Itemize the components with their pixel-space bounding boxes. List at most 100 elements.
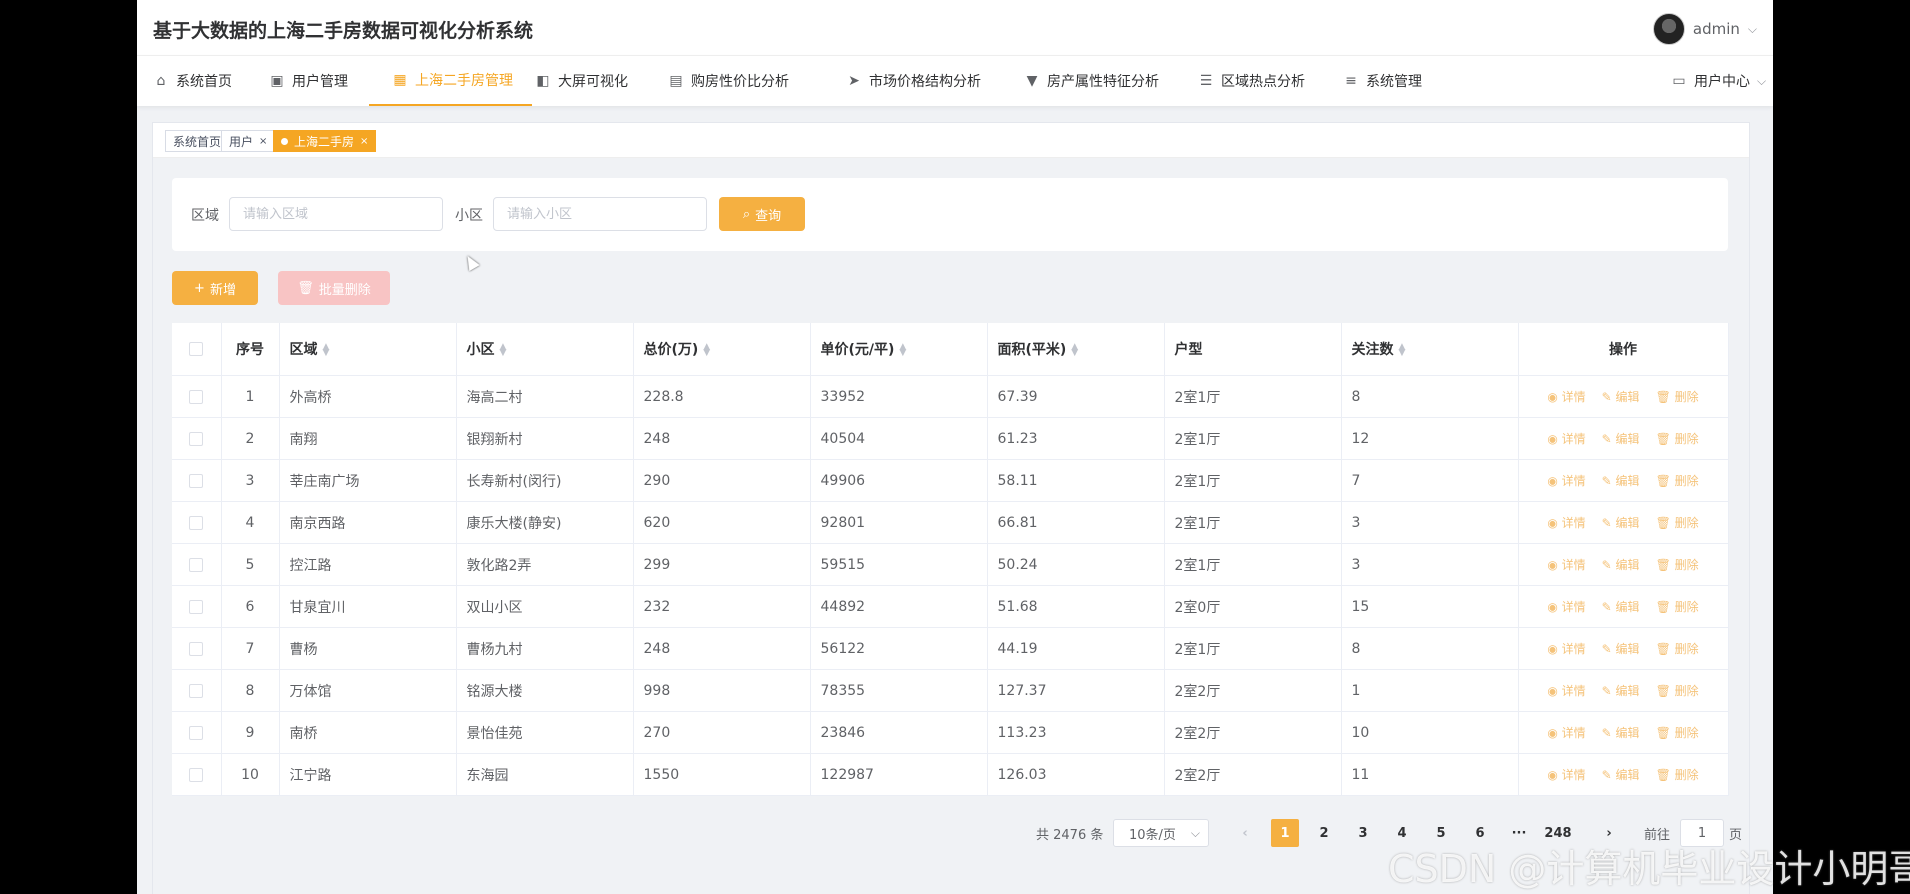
edit-link-label: 编辑 xyxy=(1615,600,1640,614)
delete-link[interactable]: 🗑 删除 xyxy=(1656,558,1699,572)
detail-link[interactable]: ◉ 详情 xyxy=(1547,768,1585,782)
nav-item[interactable]: ▣ 用户管理 xyxy=(269,56,348,106)
delete-link[interactable]: 🗑 删除 xyxy=(1656,600,1699,614)
sort-icon[interactable]: ▲ ▼ xyxy=(500,343,507,358)
delete-link[interactable]: 🗑 删除 xyxy=(1656,768,1699,782)
delete-link[interactable]: 🗑 删除 xyxy=(1656,390,1699,404)
row-checkbox[interactable] xyxy=(172,459,222,502)
sort-icon[interactable]: ▲ ▼ xyxy=(1399,343,1406,358)
delete-link[interactable]: 🗑 删除 xyxy=(1656,432,1699,446)
nav-user-center[interactable]: ▭ 用户中心 ⌵ xyxy=(1671,56,1766,106)
batch-delete-button[interactable]: 🗑 批量删除 xyxy=(278,271,390,305)
add-button[interactable]: + 新增 xyxy=(172,271,258,305)
detail-link[interactable]: ◉ 详情 xyxy=(1547,684,1585,698)
user-menu[interactable]: admin ⌵ xyxy=(1652,13,1757,45)
edit-link[interactable]: ✎ 编辑 xyxy=(1602,726,1640,740)
district-input[interactable] xyxy=(229,197,443,231)
col-total-price-label: 总价(万) xyxy=(643,342,699,358)
edit-link[interactable]: ✎ 编辑 xyxy=(1602,684,1640,698)
select-all-checkbox[interactable] xyxy=(172,323,222,376)
tab-tag[interactable]: 系统首页 xyxy=(165,130,230,152)
tab-tag[interactable]: 用户 × xyxy=(221,130,276,152)
row-checkbox[interactable] xyxy=(172,417,222,460)
page-size-select[interactable]: 10条/页 ⌵ xyxy=(1113,819,1209,847)
detail-link[interactable]: ◉ 详情 xyxy=(1547,516,1585,530)
edit-link[interactable]: ✎ 编辑 xyxy=(1602,474,1640,488)
prev-page-button[interactable]: ‹ xyxy=(1231,819,1259,847)
delete-link[interactable]: 🗑 删除 xyxy=(1656,474,1699,488)
edit-link[interactable]: ✎ 编辑 xyxy=(1602,768,1640,782)
col-index: 序号 xyxy=(221,323,280,376)
table-cell: 康乐大楼(静安) xyxy=(456,501,634,544)
nav-item[interactable]: ▼ 房产属性特征分析 xyxy=(1024,56,1159,106)
sort-icon[interactable]: ▲ ▼ xyxy=(1071,343,1078,358)
chevron-down-icon: ⌵ xyxy=(1190,825,1200,840)
nav-item[interactable]: ◧ 大屏可视化 xyxy=(535,56,628,106)
community-input[interactable] xyxy=(493,197,707,231)
row-checkbox[interactable] xyxy=(172,501,222,544)
nav-item[interactable]: ▤ 购房性价比分析 xyxy=(668,56,789,106)
nav-item[interactable]: ≡ 系统管理 xyxy=(1343,56,1422,106)
table-cell: 南翔 xyxy=(279,417,457,460)
edit-link[interactable]: ✎ 编辑 xyxy=(1602,558,1640,572)
col-area[interactable]: 面积(平米) ▲ ▼ xyxy=(987,323,1165,376)
page-number-button[interactable]: 1 xyxy=(1271,819,1299,847)
table-cell: 南桥 xyxy=(279,711,457,754)
table-cell: 11 xyxy=(1341,753,1519,796)
row-checkbox[interactable] xyxy=(172,375,222,418)
page-number-button[interactable]: 2 xyxy=(1310,819,1338,847)
col-community[interactable]: 小区 ▲ ▼ xyxy=(456,323,634,376)
detail-link[interactable]: ◉ 详情 xyxy=(1547,474,1585,488)
sort-icon[interactable]: ▲ ▼ xyxy=(323,343,330,358)
detail-link[interactable]: ◉ 详情 xyxy=(1547,642,1585,656)
nav-item-label: 房产属性特征分析 xyxy=(1047,74,1159,90)
nav-item[interactable]: ⌂ 系统首页 xyxy=(153,56,232,106)
table-cell: 50.24 xyxy=(987,543,1165,586)
detail-link[interactable]: ◉ 详情 xyxy=(1547,390,1585,404)
delete-link[interactable]: 🗑 删除 xyxy=(1656,642,1699,656)
detail-link[interactable]: ◉ 详情 xyxy=(1547,600,1585,614)
col-area-label: 面积(平米) xyxy=(997,342,1067,358)
avatar[interactable] xyxy=(1652,13,1685,45)
col-followers[interactable]: 关注数 ▲ ▼ xyxy=(1341,323,1519,376)
sort-icon[interactable]: ▲ ▼ xyxy=(899,343,906,358)
sort-icon[interactable]: ▲ ▼ xyxy=(703,343,710,358)
page-number-button[interactable]: 3 xyxy=(1349,819,1377,847)
table-cell: 甘泉宜川 xyxy=(279,585,457,628)
row-checkbox[interactable] xyxy=(172,753,222,796)
row-checkbox[interactable] xyxy=(172,543,222,586)
query-button[interactable]: ⌕ 查询 xyxy=(719,197,805,231)
table-cell: 56122 xyxy=(810,627,988,670)
tab-tag[interactable]: 上海二手房 × xyxy=(273,130,377,152)
delete-link[interactable]: 🗑 删除 xyxy=(1656,684,1699,698)
nav-item[interactable]: ➤ 市场价格结构分析 xyxy=(846,56,981,106)
delete-link[interactable]: 🗑 删除 xyxy=(1656,726,1699,740)
table-cell: 3 xyxy=(221,459,280,502)
username: admin xyxy=(1692,20,1740,38)
row-checkbox[interactable] xyxy=(172,585,222,628)
row-checkbox[interactable] xyxy=(172,669,222,712)
page-size-value: 10条/页 xyxy=(1129,827,1176,843)
col-unit-price[interactable]: 单价(元/平) ▲ ▼ xyxy=(810,323,988,376)
nav-item[interactable]: ▦ 上海二手房管理 xyxy=(369,56,532,106)
edit-link[interactable]: ✎ 编辑 xyxy=(1602,390,1640,404)
data-table: 序号 区域 ▲ ▼ 小区 ▲ ▼ 总价(万) ▲ ▼ 单价(元/平) ▲ ▼ 面积(平米) ▲ ▼ … xyxy=(172,323,1729,796)
col-district[interactable]: 区域 ▲ ▼ xyxy=(279,323,457,376)
close-icon[interactable]: × xyxy=(360,136,368,147)
table-cell: 23846 xyxy=(810,711,988,754)
table-cell: 44.19 xyxy=(987,627,1165,670)
row-checkbox[interactable] xyxy=(172,711,222,754)
detail-link[interactable]: ◉ 详情 xyxy=(1547,432,1585,446)
edit-link[interactable]: ✎ 编辑 xyxy=(1602,432,1640,446)
edit-link[interactable]: ✎ 编辑 xyxy=(1602,516,1640,530)
col-total-price[interactable]: 总价(万) ▲ ▼ xyxy=(633,323,811,376)
delete-link[interactable]: 🗑 删除 xyxy=(1656,516,1699,530)
table-cell: 33952 xyxy=(810,375,988,418)
nav-item[interactable]: ☰ 区域热点分析 xyxy=(1198,56,1305,106)
close-icon[interactable]: × xyxy=(259,136,267,147)
detail-link[interactable]: ◉ 详情 xyxy=(1547,726,1585,740)
detail-link[interactable]: ◉ 详情 xyxy=(1547,558,1585,572)
row-checkbox[interactable] xyxy=(172,627,222,670)
edit-link[interactable]: ✎ 编辑 xyxy=(1602,600,1640,614)
edit-link[interactable]: ✎ 编辑 xyxy=(1602,642,1640,656)
